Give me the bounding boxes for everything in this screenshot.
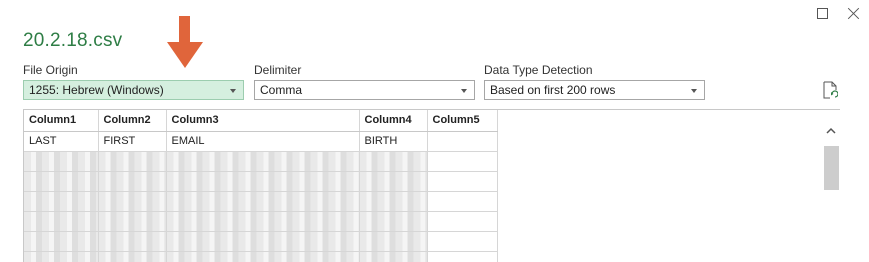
redacted-cell: [359, 211, 428, 232]
table-cell: [427, 151, 498, 172]
delimiter-label: Delimiter: [254, 63, 302, 77]
table-row: [24, 191, 498, 212]
file-origin-value: 1255: Hebrew (Windows): [29, 83, 164, 97]
redacted-cell: [359, 251, 428, 262]
table-cell: [427, 131, 498, 152]
redacted-cell: [98, 251, 167, 262]
file-origin-label: File Origin: [23, 63, 78, 77]
maximize-button[interactable]: [812, 4, 832, 22]
table-row: LAST FIRST EMAIL BIRTH: [24, 131, 498, 152]
redacted-cell: [98, 151, 167, 172]
table-row: [24, 251, 498, 262]
vertical-scrollbar[interactable]: [823, 122, 840, 262]
redacted-cell: [166, 151, 360, 172]
redacted-cell: [98, 231, 167, 252]
redacted-cell: [98, 171, 167, 192]
table-cell: [427, 231, 498, 252]
table-cell: BIRTH: [359, 131, 428, 152]
table-cell: [427, 211, 498, 232]
data-type-detection-dropdown[interactable]: Based on first 200 rows: [484, 80, 705, 100]
table-cell: [427, 191, 498, 212]
redacted-cell: [24, 191, 99, 212]
chevron-down-icon: [461, 89, 467, 93]
redacted-cell: [166, 211, 360, 232]
import-dialog: 20.2.18.csv File Origin 1255: Hebrew (Wi…: [0, 0, 869, 262]
column-header[interactable]: Column2: [98, 110, 167, 132]
scrollbar-thumb[interactable]: [824, 146, 839, 190]
table-cell: [427, 251, 498, 262]
file-title: 20.2.18.csv: [23, 30, 123, 51]
redacted-cell: [98, 211, 167, 232]
redacted-cell: [24, 211, 99, 232]
redacted-cell: [98, 191, 167, 212]
table-cell: [427, 171, 498, 192]
data-type-detection-label: Data Type Detection: [484, 63, 593, 77]
table-cell: LAST: [24, 131, 99, 152]
redacted-cell: [24, 231, 99, 252]
redacted-cell: [24, 171, 99, 192]
data-preview: Column1 Column2 Column3 Column4 Column5 …: [23, 109, 840, 262]
close-button[interactable]: [844, 4, 864, 22]
redacted-cell: [166, 191, 360, 212]
redacted-cell: [166, 251, 360, 262]
redacted-cell: [24, 151, 99, 172]
down-arrow-icon: [167, 16, 203, 68]
column-header[interactable]: Column3: [166, 110, 360, 132]
chevron-down-icon: [230, 89, 236, 93]
redacted-cell: [166, 171, 360, 192]
preview-table: Column1 Column2 Column3 Column4 Column5 …: [24, 110, 498, 262]
redacted-cell: [359, 231, 428, 252]
table-row: [24, 231, 498, 252]
table-row: [24, 151, 498, 172]
redacted-cell: [359, 191, 428, 212]
redacted-cell: [166, 231, 360, 252]
header-row: Column1 Column2 Column3 Column4 Column5: [24, 110, 498, 132]
column-header[interactable]: Column1: [24, 110, 99, 132]
redacted-cell: [24, 251, 99, 262]
redacted-cell: [359, 171, 428, 192]
close-icon: [848, 7, 860, 19]
data-type-detection-value: Based on first 200 rows: [490, 83, 616, 97]
table-cell: FIRST: [98, 131, 167, 152]
delimiter-dropdown[interactable]: Comma: [254, 80, 475, 100]
column-header[interactable]: Column4: [359, 110, 428, 132]
table-row: [24, 171, 498, 192]
chevron-up-icon[interactable]: [826, 126, 836, 136]
chevron-down-icon: [691, 89, 697, 93]
redacted-cell: [359, 151, 428, 172]
refresh-preview-icon[interactable]: [822, 81, 838, 99]
file-origin-dropdown[interactable]: 1255: Hebrew (Windows): [23, 80, 244, 100]
table-cell: EMAIL: [166, 131, 360, 152]
maximize-icon: [816, 7, 828, 19]
table-row: [24, 211, 498, 232]
delimiter-value: Comma: [260, 83, 303, 97]
column-header[interactable]: Column5: [427, 110, 498, 132]
